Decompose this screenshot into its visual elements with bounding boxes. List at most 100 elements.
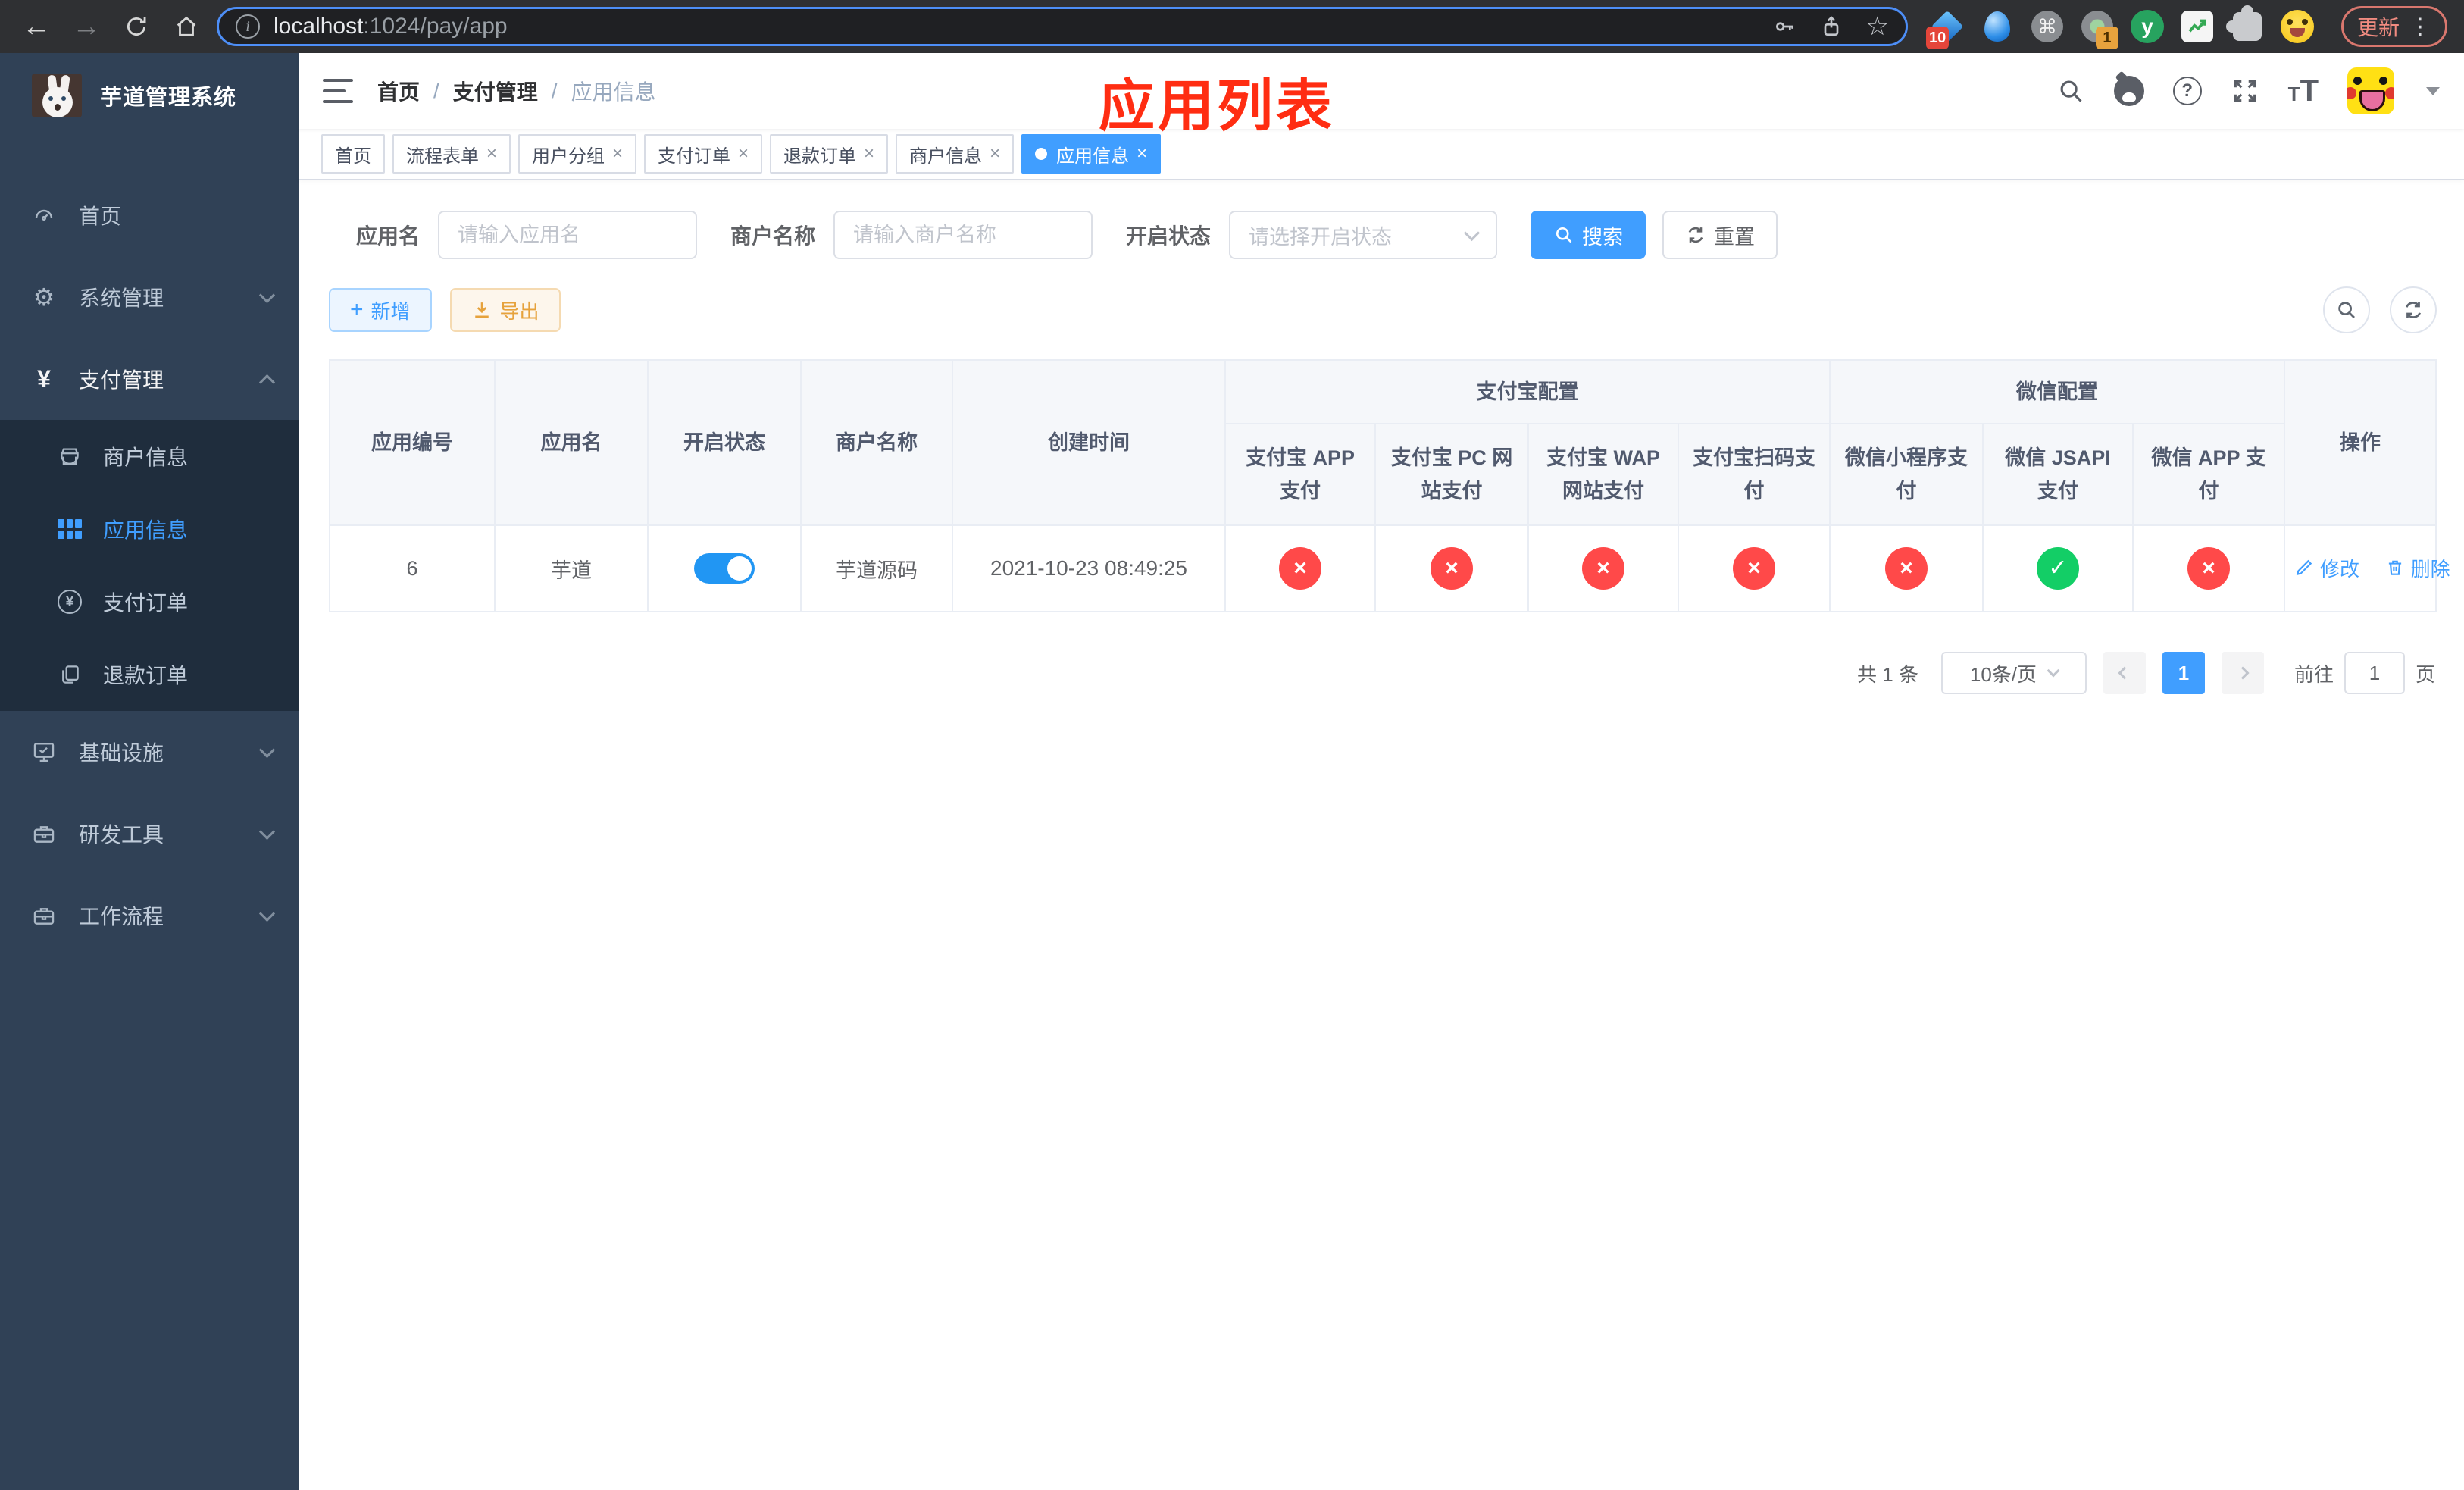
app-name-label: 应用名 <box>356 224 421 248</box>
site-info-icon[interactable]: i <box>236 14 260 39</box>
extension-recorder-icon[interactable]: 1 <box>2081 10 2118 49</box>
search-icon[interactable] <box>2056 77 2085 105</box>
chevron-down-icon <box>2047 664 2060 678</box>
breadcrumb: 首页 / 支付管理 / 应用信息 <box>377 76 656 106</box>
breadcrumb-home[interactable]: 首页 <box>377 76 420 106</box>
close-icon[interactable]: × <box>486 145 497 163</box>
sidebar-item-refund-order[interactable]: 退款订单 <box>0 638 299 711</box>
fullscreen-icon[interactable] <box>2231 77 2259 105</box>
sidebar-item-payment[interactable]: ¥ 支付管理 <box>0 338 299 420</box>
col-actions: 操作 <box>2284 359 2437 526</box>
browser-menu-icon[interactable]: ⋮ <box>2409 14 2431 40</box>
col-app-name: 应用名 <box>494 359 649 526</box>
toggle-search-button[interactable] <box>2323 286 2370 333</box>
close-icon[interactable]: × <box>990 145 1000 163</box>
current-page-button[interactable]: 1 <box>2162 652 2205 694</box>
cell-alipay-pc: × <box>1374 524 1529 612</box>
sidebar-item-merchant-info[interactable]: 商户信息 <box>0 420 299 493</box>
delete-button[interactable]: 删除 <box>2385 554 2450 582</box>
next-page-button[interactable] <box>2221 652 2264 694</box>
sidebar-item-home[interactable]: 首页 <box>0 174 299 256</box>
sidebar-item-workflow[interactable]: 工作流程 <box>0 875 299 956</box>
prev-page-button[interactable] <box>2103 652 2146 694</box>
extension-badge: 10 <box>1925 27 1950 49</box>
status-badge: × <box>1733 547 1775 590</box>
tab-merchant-info[interactable]: 商户信息 × <box>896 134 1015 174</box>
goto-label: 前往 <box>2294 662 2334 686</box>
merchant-name-label: 商户名称 <box>730 224 816 248</box>
refresh-icon <box>1688 227 1703 243</box>
extension-command-icon[interactable]: ⌘ <box>2031 10 2064 43</box>
page-size-select[interactable]: 10条/页 <box>1940 652 2087 694</box>
browser-back-button[interactable]: ← <box>17 7 56 46</box>
app-name-input[interactable] <box>438 211 698 259</box>
col-alipay-wap: 支付宝 WAP 网站支付 <box>1527 423 1679 526</box>
tab-refund-order[interactable]: 退款订单 × <box>770 134 889 174</box>
breadcrumb-payment[interactable]: 支付管理 <box>453 76 538 106</box>
add-button[interactable]: + 新增 <box>329 288 432 332</box>
extension-chart-icon[interactable] <box>2181 10 2214 43</box>
browser-forward-button[interactable]: → <box>67 7 106 46</box>
user-avatar[interactable] <box>2347 67 2394 114</box>
yuan-icon: ¥ <box>37 365 51 393</box>
status-badge: × <box>1431 547 1473 590</box>
col-group-wechat: 微信配置 <box>1828 359 2286 424</box>
status-badge: × <box>2187 547 2231 590</box>
close-icon[interactable]: × <box>1137 145 1147 163</box>
app-logo[interactable]: 芋道管理系统 <box>0 53 299 138</box>
chevron-down-icon <box>1463 224 1481 241</box>
password-key-icon[interactable] <box>1772 14 1796 39</box>
search-button[interactable]: 搜索 <box>1531 211 1646 259</box>
status-select[interactable]: 请选择开启状态 <box>1229 211 1498 259</box>
close-icon[interactable]: × <box>864 145 874 163</box>
goto-page-input[interactable] <box>2344 652 2405 694</box>
logo-avatar <box>32 74 82 117</box>
breadcrumb-current: 应用信息 <box>571 80 656 104</box>
tab-user-group[interactable]: 用户分组 × <box>518 134 637 174</box>
tags-view-bar: 首页 流程表单 × 用户分组 × 支付订单 × 退款订单 × 商户信息 × 应用信息 × <box>299 129 2464 180</box>
edit-button[interactable]: 修改 <box>2294 554 2359 582</box>
extension-emoji-icon[interactable] <box>2280 10 2314 43</box>
status-badge: × <box>1279 547 1321 590</box>
status-toggle[interactable] <box>694 553 755 584</box>
extension-diamond-icon[interactable]: 10 <box>1925 10 1964 49</box>
sidebar-item-app-info[interactable]: 应用信息 <box>0 493 299 565</box>
share-icon[interactable] <box>1819 14 1843 39</box>
address-bar[interactable]: i localhost:1024/pay/app ☆ <box>217 7 1908 46</box>
status-badge: ✓ <box>2037 547 2079 590</box>
close-icon[interactable]: × <box>738 145 749 163</box>
sidebar-item-infrastructure[interactable]: 基础设施 <box>0 711 299 793</box>
sidebar-item-dev-tools[interactable]: 研发工具 <box>0 793 299 875</box>
export-button[interactable]: 导出 <box>449 288 561 332</box>
browser-home-button[interactable] <box>167 7 206 46</box>
sidebar-toggle-icon[interactable] <box>323 79 353 103</box>
extension-green-y-icon[interactable]: y <box>2130 10 2164 43</box>
tab-pay-order[interactable]: 支付订单 × <box>644 134 763 174</box>
trash-icon <box>2388 561 2401 575</box>
merchant-name-input[interactable] <box>833 211 1093 259</box>
chrome-update-button[interactable]: 更新 ⋮ <box>2340 6 2447 47</box>
font-size-icon[interactable]: TT <box>2288 74 2319 108</box>
cell-alipay-wap: × <box>1527 524 1679 612</box>
home-icon <box>177 16 196 36</box>
browser-reload-button[interactable] <box>117 7 156 46</box>
tab-process-form[interactable]: 流程表单 × <box>392 134 511 174</box>
cell-alipay-qr: × <box>1678 524 1831 612</box>
url-text[interactable]: localhost:1024/pay/app <box>274 14 1759 39</box>
help-icon[interactable]: ? <box>2172 77 2202 105</box>
github-icon[interactable] <box>2113 76 2144 106</box>
tab-home[interactable]: 首页 <box>321 134 385 174</box>
sidebar-item-system[interactable]: ⚙ 系统管理 <box>0 256 299 338</box>
avatar-caret-icon[interactable] <box>2426 86 2440 95</box>
bookmark-star-icon[interactable]: ☆ <box>1866 14 1889 39</box>
app-table: 应用编号 应用名 开启状态 商户名称 创建时间 支付宝配置 微信配置 操作 支付… <box>329 359 2450 612</box>
col-app-id: 应用编号 <box>329 359 496 526</box>
extensions-puzzle-icon[interactable] <box>2225 5 2264 43</box>
extension-gem-icon[interactable] <box>1981 10 2014 43</box>
yuan-circle-icon: ¥ <box>56 590 83 614</box>
sidebar-item-pay-order[interactable]: ¥ 支付订单 <box>0 565 299 638</box>
close-icon[interactable]: × <box>612 145 623 163</box>
reset-button[interactable]: 重置 <box>1662 211 1778 259</box>
refresh-table-button[interactable] <box>2390 286 2437 333</box>
status-badge: × <box>1582 547 1624 590</box>
